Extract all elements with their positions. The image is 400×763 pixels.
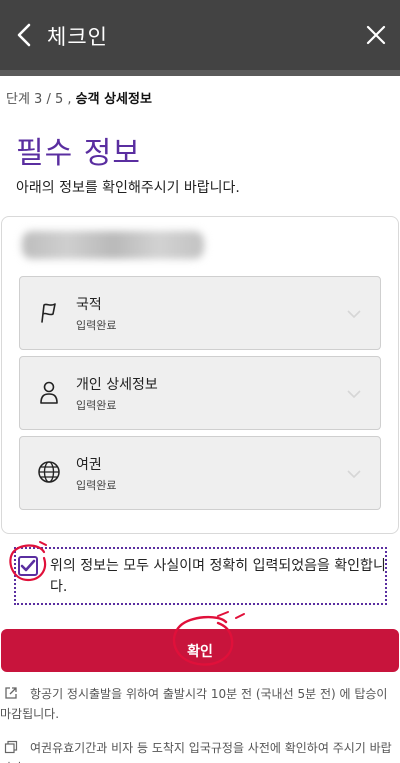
flag-icon xyxy=(36,299,62,325)
confirm-text: 위의 정보는 모두 사실이며 정확히 입력되었음을 확인합니다. xyxy=(50,558,386,595)
accordion-label: 국적 xyxy=(76,297,102,313)
passenger-name-redacted xyxy=(22,231,204,259)
chevron-down-icon xyxy=(346,465,362,479)
accordion-nationality[interactable]: 국적 입력완료 xyxy=(19,276,381,350)
notice-boarding: 항공기 정시출발을 위하여 출발시각 10분 전 (국내선 5분 전) 에 탑승… xyxy=(0,684,400,724)
accordion-label: 여권 xyxy=(76,457,102,473)
accordion-passport[interactable]: 여권 입력완료 xyxy=(19,436,381,510)
notice-passport: 여권유효기간과 비자 등 도착지 입국규정을 사전에 확인하여 주시기 바랍니다 xyxy=(0,738,400,763)
accordion-label: 개인 상세정보 xyxy=(76,377,158,393)
step-count: 단계 3 / 5 , xyxy=(6,92,72,107)
close-icon[interactable] xyxy=(362,20,390,50)
section-title: 필수 정보 xyxy=(16,136,141,171)
step-indicator: 단계 3 / 5 , 승객 상세정보 xyxy=(6,88,152,107)
person-icon xyxy=(36,379,62,405)
header-divider xyxy=(0,70,400,76)
accordion-personal-details[interactable]: 개인 상세정보 입력완료 xyxy=(19,356,381,430)
accordion-status: 입력완료 xyxy=(76,479,117,492)
accordion-status: 입력완료 xyxy=(76,399,117,412)
page-title: 체크인 xyxy=(47,25,108,49)
notice-text: 항공기 정시출발을 위하여 출발시각 10분 전 (국내선 5분 전) 에 탑승… xyxy=(0,687,388,721)
accordion-status: 입력완료 xyxy=(76,319,117,332)
chevron-left-icon[interactable] xyxy=(10,20,38,50)
app-header: 체크인 xyxy=(0,0,400,70)
annotation-circle-icon xyxy=(172,611,245,666)
chevron-down-icon xyxy=(346,305,362,319)
notice-text: 여권유효기간과 비자 등 도착지 입국규정을 사전에 확인하여 주시기 바랍니다 xyxy=(0,741,392,763)
step-current: 승객 상세정보 xyxy=(75,92,152,107)
chevron-down-icon xyxy=(346,385,362,399)
section-subtitle: 아래의 정보를 확인해주시기 바랍니다. xyxy=(16,180,240,196)
globe-icon xyxy=(36,459,62,485)
annotation-circle-icon xyxy=(9,541,47,582)
